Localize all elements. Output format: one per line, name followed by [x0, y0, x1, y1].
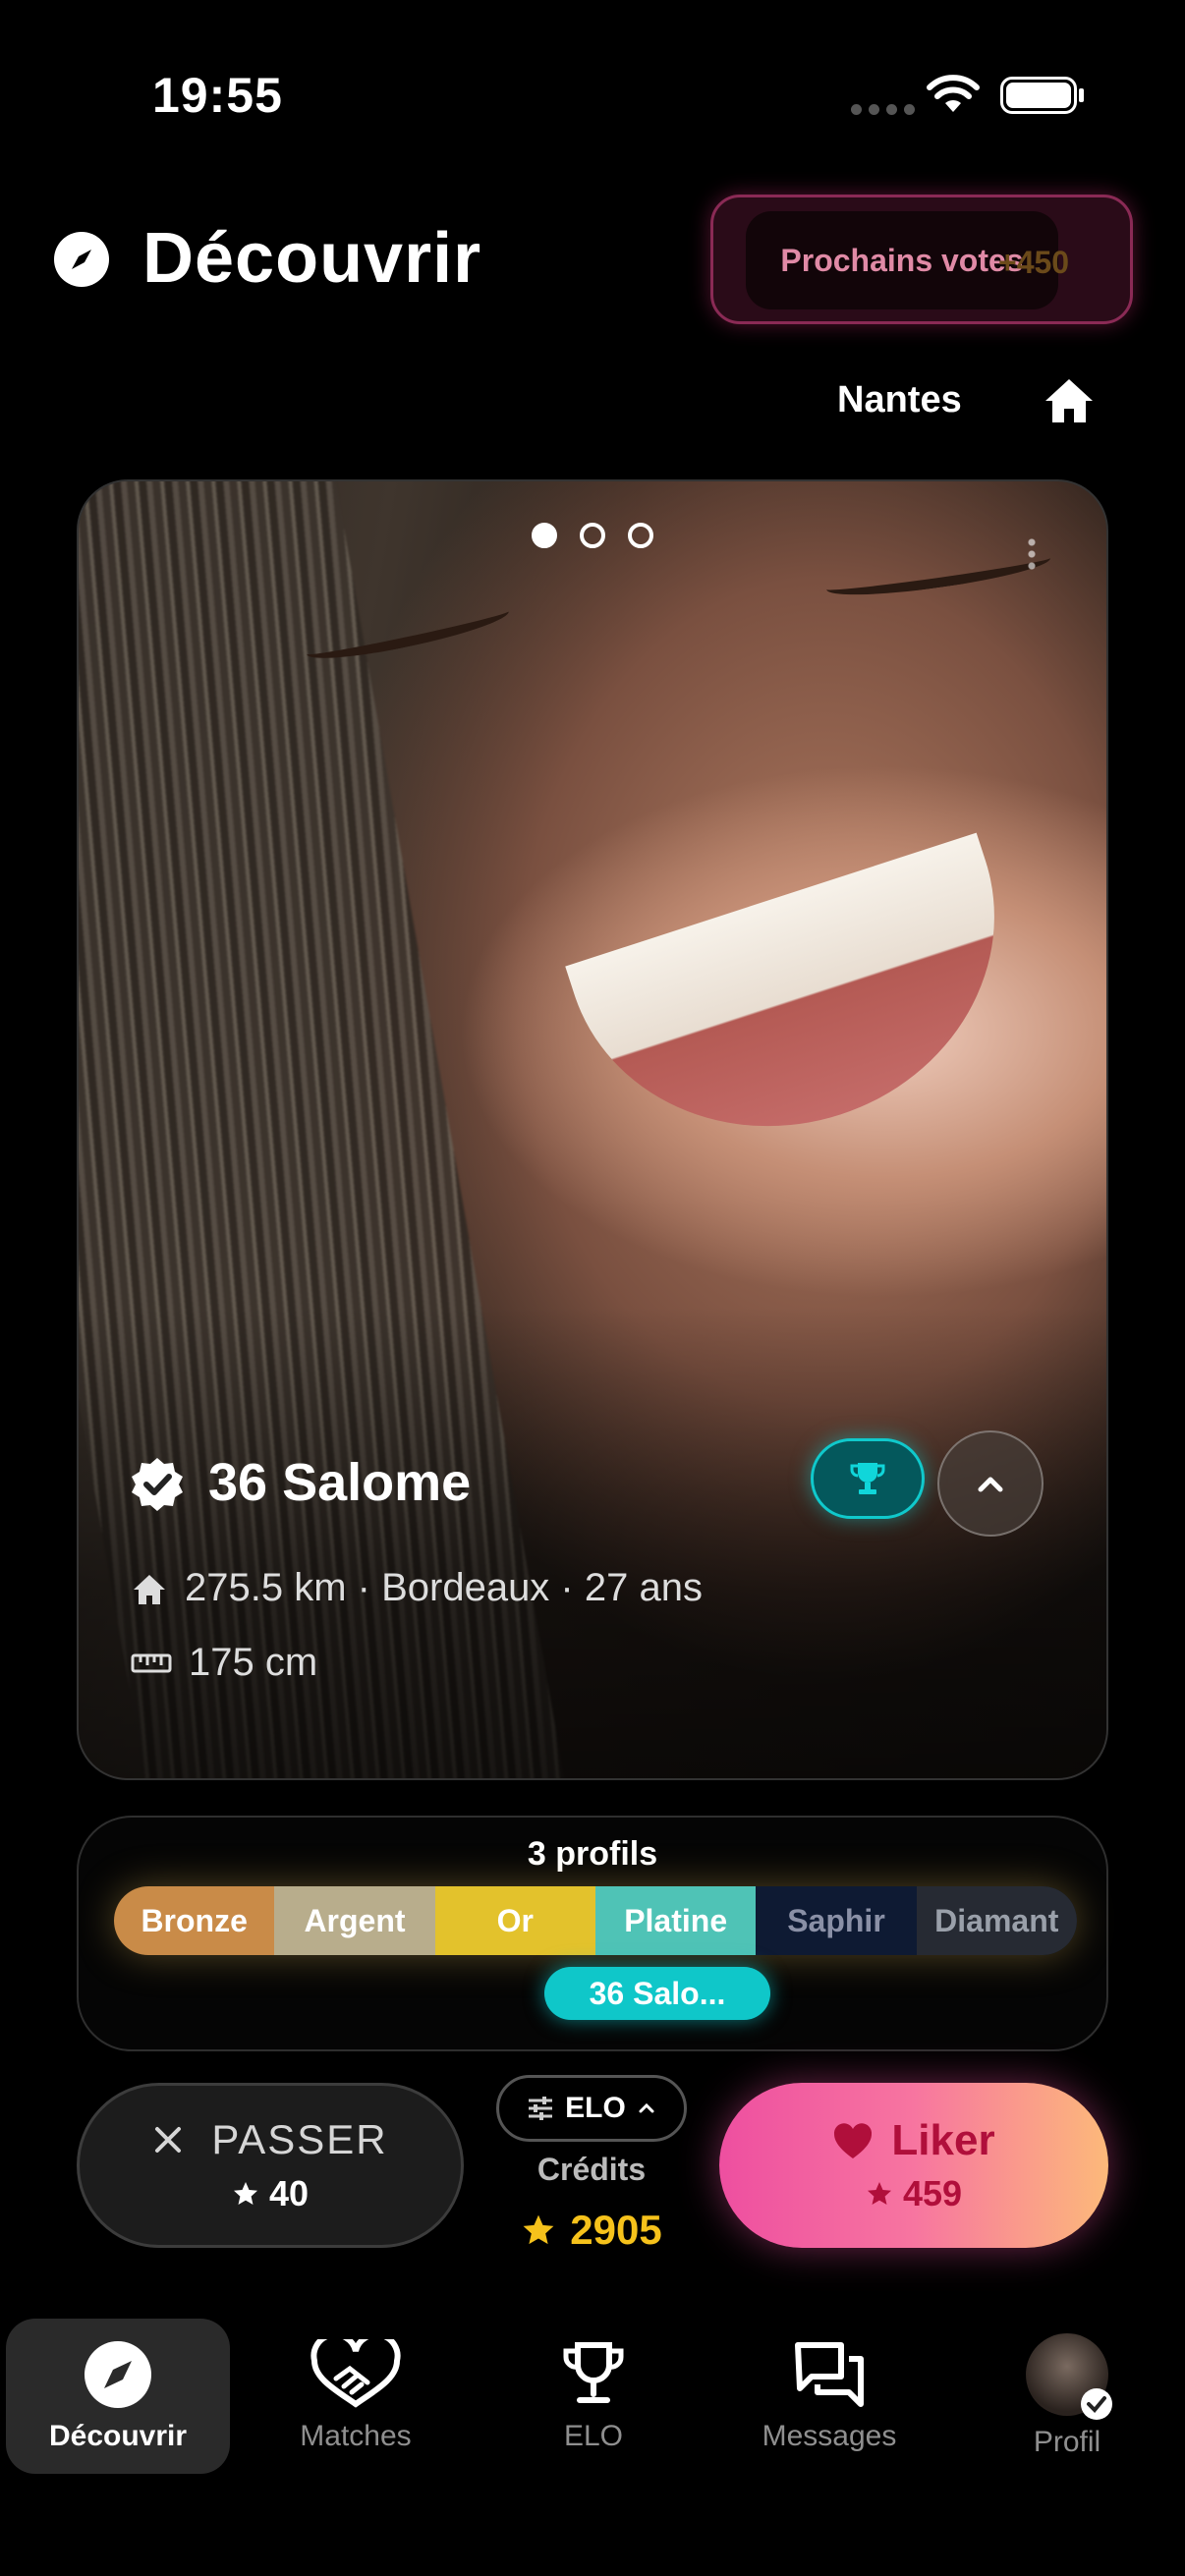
credits-balance: 2905 — [496, 2207, 687, 2258]
chevron-up-icon — [639, 2102, 654, 2113]
wifi-icon — [927, 75, 980, 112]
more-options-icon[interactable] — [1028, 536, 1036, 572]
like-cost: 459 — [866, 2173, 962, 2214]
trophy-icon — [850, 1463, 885, 1494]
heart-icon — [834, 2123, 873, 2158]
current-city[interactable]: Nantes — [837, 379, 962, 421]
star-icon — [233, 2182, 257, 2205]
tier-argent: Argent — [274, 1886, 435, 1955]
photo-indicator-active[interactable] — [532, 523, 557, 548]
height-row: 175 cm — [130, 1641, 317, 1685]
location-row: 275.5 km · Bordeaux · 27 ans — [130, 1566, 703, 1610]
chat-bubbles-icon — [795, 2342, 864, 2407]
signal-icon — [851, 104, 915, 115]
tab-profile[interactable]: Profil — [955, 2319, 1179, 2474]
star-icon — [867, 2182, 891, 2205]
card-gradient — [79, 1307, 1106, 1778]
compass-icon — [85, 2341, 151, 2408]
page-title: Découvrir — [142, 219, 482, 298]
votes-bonus-label: +450 — [998, 245, 1070, 280]
tab-label: Messages — [762, 2420, 897, 2452]
tab-matches[interactable]: Matches — [244, 2319, 468, 2474]
tier-platine: Platine — [594, 1886, 757, 1955]
battery-tip — [1079, 88, 1084, 102]
next-votes-button[interactable]: Prochains votes +450 — [710, 195, 1133, 324]
tab-label: Matches — [300, 2420, 412, 2452]
elo-chip-label: ELO — [565, 2092, 626, 2124]
tier-saphir: Saphir — [756, 1886, 917, 1955]
photo-eye-right — [824, 544, 1052, 603]
tab-messages[interactable]: Messages — [717, 2319, 941, 2474]
sliders-icon — [529, 2097, 553, 2120]
current-rank-marker: 36 Salo... — [544, 1967, 770, 2020]
home-icon — [134, 1574, 165, 1604]
tab-label: Découvrir — [48, 2420, 188, 2452]
tab-elo[interactable]: ELO — [481, 2319, 705, 2474]
like-label: Liker — [891, 2116, 995, 2164]
tab-label: Profil — [1033, 2426, 1101, 2458]
tier-diamant: Diamant — [916, 1886, 1077, 1955]
photo-smile — [565, 832, 1046, 1182]
avatar — [1026, 2333, 1112, 2420]
elo-toggle-chip[interactable]: ELO — [496, 2075, 687, 2142]
rank-profile-count: 3 profils — [527, 1835, 658, 1873]
trophy-icon — [563, 2342, 624, 2403]
verified-badge-icon — [132, 1458, 183, 1511]
credits-label: Crédits — [536, 2152, 647, 2187]
like-button[interactable]: Liker 459 — [719, 2083, 1108, 2248]
tab-discover[interactable]: Découvrir — [6, 2319, 230, 2474]
expand-profile-button[interactable] — [937, 1430, 1044, 1537]
status-time: 19:55 — [152, 68, 283, 123]
profile-name: 36 Salome — [208, 1453, 472, 1512]
location-text: 275.5 km · Bordeaux · 27 ans — [185, 1566, 703, 1609]
ruler-icon — [131, 1653, 172, 1672]
pass-button[interactable]: PASSER 40 — [77, 2083, 464, 2248]
pass-label: PASSER — [211, 2116, 388, 2162]
credits-value: 2905 — [570, 2207, 662, 2253]
star-icon — [523, 2214, 554, 2245]
like-cost-value: 459 — [902, 2173, 963, 2213]
battery-icon — [1000, 77, 1077, 114]
home-icon[interactable] — [1042, 373, 1097, 428]
height-text: 175 cm — [189, 1641, 318, 1684]
pass-cost-value: 40 — [268, 2173, 310, 2213]
tier-or: Or — [434, 1886, 595, 1955]
photo-indicator[interactable] — [628, 523, 653, 548]
photo-indicator[interactable] — [580, 523, 605, 548]
pass-cost: 40 — [232, 2173, 309, 2214]
rank-tier-track: Bronze Argent Or Platine Saphir Diamant — [114, 1886, 1077, 1955]
tier-bronze: Bronze — [114, 1886, 275, 1955]
heart-handshake-icon — [310, 2339, 401, 2408]
verified-badge-icon — [1081, 2388, 1112, 2420]
bottom-tab-bar: Découvrir Matches ELO Messages Profil — [0, 2319, 1185, 2476]
compass-icon — [54, 232, 109, 287]
chevron-up-icon — [978, 1477, 1003, 1492]
profile-card[interactable]: 36 Salome 275.5 km · Bordeaux · 27 ans 1… — [77, 479, 1108, 1780]
tab-label: ELO — [563, 2420, 624, 2452]
close-icon — [155, 2127, 182, 2153]
elo-rank-button[interactable] — [811, 1438, 925, 1519]
elo-rank-panel[interactable]: 3 profils Bronze Argent Or Platine Saphi… — [77, 1816, 1108, 2051]
next-votes-label: Prochains votes — [780, 242, 1024, 278]
